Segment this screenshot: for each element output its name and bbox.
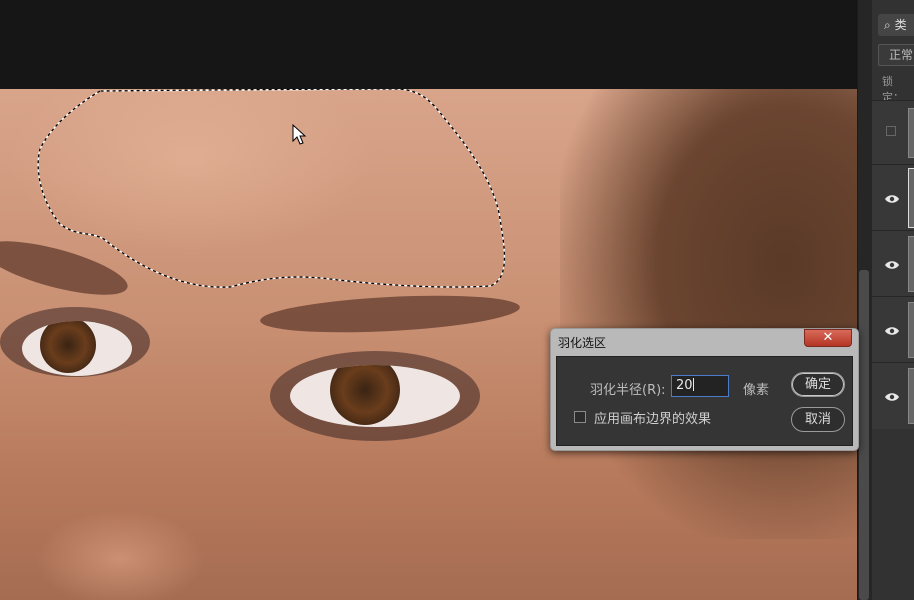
scrollbar-thumb[interactable] [859, 270, 869, 600]
eye-icon[interactable] [884, 193, 900, 205]
layer-filter-search[interactable]: ⌕ 类 [878, 14, 914, 36]
eye-icon[interactable] [884, 391, 900, 403]
mouse-pointer-icon [292, 124, 307, 145]
options-bar-area [0, 0, 857, 89]
search-icon: ⌕ [884, 18, 891, 32]
layer-thumbnail [908, 168, 914, 228]
text-caret [692, 378, 694, 391]
layer-visibility-empty[interactable] [886, 126, 896, 136]
layer-thumbnail [908, 108, 914, 158]
ok-button[interactable]: 确定 [791, 372, 845, 397]
layer-thumbnail [908, 302, 914, 358]
layer-thumbnail [908, 236, 914, 292]
cancel-button[interactable]: 取消 [791, 407, 845, 432]
dialog-body: 羽化半径(R): 20 像素 应用画布边界的效果 确定 取消 [556, 356, 853, 446]
eye-icon[interactable] [884, 325, 900, 337]
feather-radius-label: 羽化半径(R): [590, 383, 666, 398]
canvas-bounds-checkbox[interactable] [574, 411, 586, 423]
blend-mode-select[interactable]: 正常 [878, 44, 914, 66]
feather-radius-input[interactable]: 20 [671, 375, 729, 397]
dialog-title: 羽化选区 [558, 336, 607, 350]
close-button[interactable]: ✕ [804, 329, 852, 347]
unit-label: 像素 [743, 383, 770, 398]
feather-radius-value: 20 [676, 378, 693, 393]
layer-filter-text: 类 [894, 18, 907, 32]
feather-selection-dialog: 羽化选区 ✕ 羽化半径(R): 20 像素 应用画布边界的效果 确定 取消 [550, 328, 859, 451]
eye-icon[interactable] [884, 259, 900, 271]
close-icon: ✕ [822, 330, 834, 345]
canvas-bounds-label[interactable]: 应用画布边界的效果 [594, 408, 711, 427]
layer-thumbnail [908, 368, 914, 424]
